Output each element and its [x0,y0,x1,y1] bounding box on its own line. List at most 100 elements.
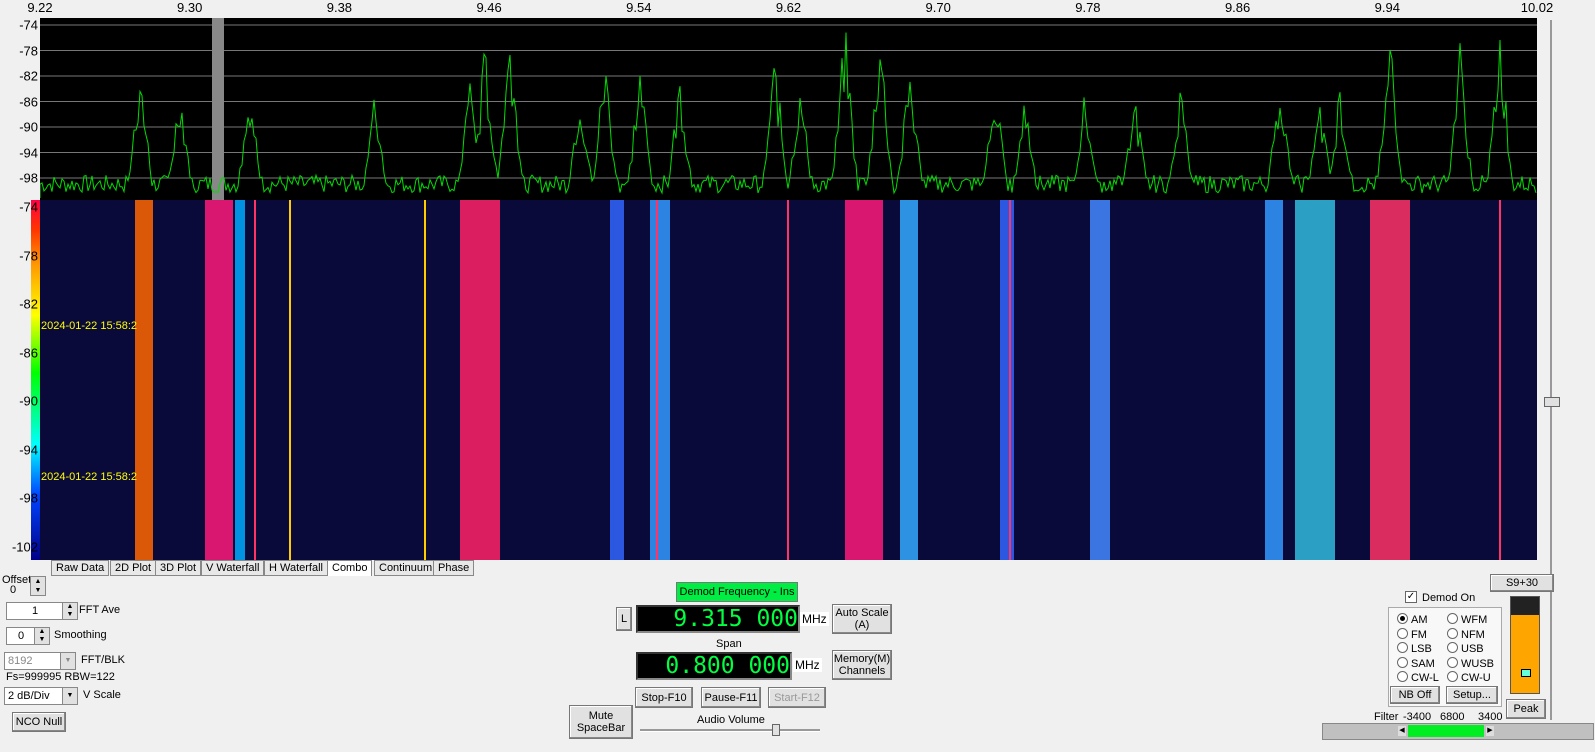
demod-on-checkbox[interactable]: ✓ [1405,591,1417,603]
tab-continuum[interactable]: Continuum [374,560,438,576]
chevron-down-icon[interactable]: ▼ [62,687,78,705]
waterfall-band [650,200,670,560]
mute-button[interactable]: Mute SpaceBar [569,705,633,739]
nco-null-button[interactable]: NCO Null [12,712,66,732]
chevron-down-icon[interactable]: ▼ [60,652,76,670]
vscale-select[interactable]: 2 dB/Div [4,687,67,705]
freq-tick: 9.86 [1224,0,1251,15]
smoothing-input[interactable]: 0 [6,627,36,645]
demod-frequency-unit: MHz [800,612,829,626]
mode-radio-cw-u[interactable]: CW-U [1447,671,1491,684]
fft-ave-label: FFT Ave [79,604,121,616]
freq-tick: 9.30 [177,0,203,15]
setup-button[interactable]: Setup... [1446,686,1498,704]
nb-off-button[interactable]: NB Off [1390,686,1440,704]
waterfall-y-tick: -82 [19,296,38,312]
vertical-slider-thumb[interactable] [1544,397,1560,407]
spectrum-y-tick: -74 [19,17,38,33]
s-meter-button[interactable]: S9+30 [1490,574,1554,592]
mode-radio-fm[interactable]: FM [1397,627,1427,641]
demod-marker [212,18,224,200]
l-button[interactable]: L [616,607,632,631]
radio-icon [1397,627,1408,639]
tab-h-waterfall[interactable]: H Waterfall [264,560,328,576]
spectrum-y-tick: -82 [19,68,38,84]
smoothing-label: Smoothing [54,629,107,641]
mode-radio-cw-l[interactable]: CW-L [1397,671,1439,684]
signal-meter [1510,596,1540,694]
filter-label: Filter [1374,711,1399,723]
mode-radio-wfm[interactable]: WFM [1447,613,1487,626]
mode-radio-am[interactable]: AM [1397,613,1428,626]
mode-label: WFM [1461,614,1488,626]
filter-high: 3400 [1478,711,1503,723]
fft-blk-select[interactable]: 8192 [4,652,65,670]
offset-value[interactable]: 0 [10,584,16,596]
tab-2d-plot[interactable]: 2D Plot [110,560,157,576]
waterfall-band [460,200,500,560]
waterfall-band [205,200,233,560]
radio-icon [1447,642,1458,653]
radio-icon [1397,613,1408,624]
smoothing-stepper[interactable]: ▲ ▼ [34,627,50,645]
waterfall-band [235,200,245,560]
tab-v-waterfall[interactable]: V Waterfall [201,560,265,576]
audio-volume-slider[interactable] [640,729,820,732]
radio-icon [1397,671,1408,682]
waterfall-plot[interactable]: 2024-01-22 15:58:2 2024-01-22 15:58:2 [40,200,1537,560]
waterfall-y-tick: -74 [19,199,38,215]
demod-frequency-button[interactable]: Demod Frequency - Ins [676,582,798,602]
tab-combo[interactable]: Combo [327,560,373,576]
spectrum-plot[interactable] [40,18,1537,200]
fs-rbw-readout: Fs=999995 RBW=122 [6,671,115,683]
mode-label: USB [1461,643,1484,655]
demod-on-label: Demod On [1422,592,1476,604]
mode-radio-sam[interactable]: SAM [1397,656,1435,670]
spectrum-y-tick: -86 [19,94,38,109]
spectrum-y-tick: -98 [19,170,38,186]
memory-channels-button[interactable]: Memory(M) Channels [832,650,892,680]
peak-button[interactable]: Peak [1506,699,1546,719]
tab-phase[interactable]: Phase [433,560,475,576]
filter-width: 6800 [1440,711,1465,723]
freq-tick: 9.78 [1075,0,1101,15]
mode-label: AM [1411,614,1428,626]
auto-scale-button[interactable]: Auto Scale (A) [832,604,892,634]
mode-label: WUSB [1461,657,1494,670]
pause-button[interactable]: Pause-F11 [701,687,761,708]
fft-blk-label: FFT/BLK [81,654,126,666]
demod-frequency-display[interactable]: 9.315 000 [636,605,800,633]
fft-ave-stepper[interactable]: ▲ ▼ [62,602,78,620]
spectrum-y-tick: -94 [19,145,38,160]
span-display[interactable]: 0.800 000 [636,652,792,680]
waterfall-band [610,200,624,560]
fft-ave-input[interactable]: 1 [6,602,64,620]
offset-stepper[interactable]: ▲ ▼ [30,576,46,596]
waterfall-band [1090,200,1110,560]
radio-icon [1447,613,1458,624]
scroll-left-icon[interactable]: ◀ [1398,726,1406,736]
vscale-label: V Scale [83,689,121,701]
mode-radio-lsb[interactable]: LSB [1397,642,1432,655]
filter-low: -3400 [1403,711,1432,723]
scroll-right-icon[interactable]: ▶ [1486,726,1494,736]
filter-scrollbar[interactable]: ◀ ▶ [1322,723,1594,740]
audio-volume-thumb[interactable] [772,724,780,736]
mode-radio-usb[interactable]: USB [1447,642,1484,655]
radio-icon [1447,671,1458,682]
radio-icon [1397,642,1408,653]
start-button[interactable]: Start-F12 [768,687,826,708]
waterfall-y-tick: -98 [19,490,38,506]
stop-button[interactable]: Stop-F10 [635,687,693,708]
tab-raw-data[interactable]: Raw Data [51,560,110,576]
waterfall-y-tick: -78 [19,248,38,263]
filter-passband[interactable] [1408,725,1484,737]
freq-tick: 9.54 [626,0,652,15]
waterfall-band [1295,200,1335,560]
mode-radio-wusb[interactable]: WUSB [1447,656,1494,670]
mode-radio-nfm[interactable]: NFM [1447,627,1485,641]
tab-3d-plot[interactable]: 3D Plot [155,560,202,576]
waterfall-timestamp: 2024-01-22 15:58:2 [41,320,138,332]
span-unit: MHz [793,658,822,672]
waterfall-band [1000,200,1014,560]
